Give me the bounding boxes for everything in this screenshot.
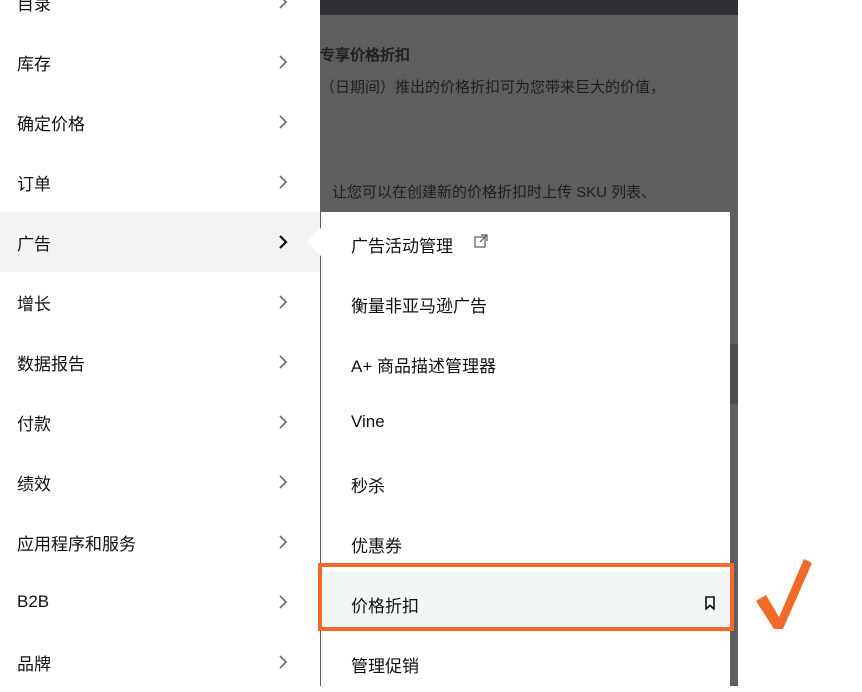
submenu-item-price-discounts[interactable]: 价格折扣 (321, 572, 730, 632)
advertising-submenu: 广告活动管理 衡量非亚马逊广告 A+ 商品描述管理器 Vine 秒杀 优惠券 价… (321, 212, 730, 686)
submenu-item-label: 广告活动管理 (351, 237, 453, 256)
chevron-right-icon (279, 175, 288, 189)
background-header-bar (320, 0, 738, 15)
menu-item-label: 应用程序和服务 (17, 534, 136, 554)
submenu-item-label: 优惠券 (351, 537, 402, 556)
submenu-item-label: 价格折扣 (351, 597, 419, 616)
menu-item-label: 订单 (17, 174, 51, 194)
menu-item-brands[interactable]: 品牌 (0, 632, 320, 692)
chevron-right-icon (279, 355, 288, 369)
background-text-line: 让您可以在创建新的价格折扣时上传 SKU 列表、 (332, 184, 657, 201)
menu-item-reports[interactable]: 数据报告 (0, 332, 320, 392)
submenu-item-label: 秒杀 (351, 477, 385, 496)
chevron-right-icon (279, 295, 288, 309)
submenu-item-coupons[interactable]: 优惠券 (321, 512, 730, 572)
submenu-item-vine[interactable]: Vine (321, 392, 730, 452)
menu-item-growth[interactable]: 增长 (0, 272, 320, 332)
menu-item-performance[interactable]: 绩效 (0, 452, 320, 512)
menu-item-label: 绩效 (17, 474, 51, 494)
chevron-right-icon (279, 655, 288, 669)
background-heading: 专享价格折扣 (320, 47, 411, 64)
main-navigation-menu: 目录 库存 确定价格 订单 广告 增长 数据报告 付款 绩效 应用程序和服务 B… (0, 0, 320, 686)
menu-item-label: 增长 (17, 294, 51, 314)
submenu-item-label: Vine (351, 412, 385, 431)
chevron-right-icon (279, 415, 288, 429)
chevron-right-icon (279, 235, 288, 249)
chevron-right-icon (279, 595, 288, 609)
chevron-right-icon (279, 55, 288, 69)
submenu-item-a-plus-content[interactable]: A+ 商品描述管理器 (321, 332, 730, 392)
menu-item-label: B2B (17, 592, 50, 611)
check-mark-icon (756, 559, 812, 629)
menu-item-payments[interactable]: 付款 (0, 392, 320, 452)
menu-item-label: 数据报告 (17, 354, 85, 374)
chevron-right-icon (279, 475, 288, 489)
background-divider (730, 344, 738, 404)
chevron-right-icon (279, 0, 288, 9)
menu-item-label: 目录 (17, 0, 51, 14)
menu-item-label: 库存 (17, 54, 51, 74)
bookmark-icon[interactable] (704, 596, 716, 610)
menu-item-catalog[interactable]: 目录 (0, 0, 320, 32)
external-link-icon (474, 234, 488, 248)
submenu-item-label: A+ 商品描述管理器 (351, 357, 496, 376)
submenu-item-lightning-deals[interactable]: 秒杀 (321, 452, 730, 512)
submenu-item-campaign-manager[interactable]: 广告活动管理 (321, 212, 730, 272)
background-text-line: （日期间）推出的价格折扣可为您带来巨大的价值， (320, 79, 666, 96)
menu-item-b2b[interactable]: B2B (0, 572, 320, 632)
menu-item-label: 广告 (17, 234, 51, 254)
menu-item-advertising[interactable]: 广告 (0, 212, 320, 272)
chevron-right-icon (279, 115, 288, 129)
menu-item-inventory[interactable]: 库存 (0, 32, 320, 92)
menu-item-label: 确定价格 (17, 114, 85, 134)
menu-item-apps-services[interactable]: 应用程序和服务 (0, 512, 320, 572)
menu-item-orders[interactable]: 订单 (0, 152, 320, 212)
submenu-item-label: 衡量非亚马逊广告 (351, 297, 487, 316)
menu-item-pricing[interactable]: 确定价格 (0, 92, 320, 152)
submenu-item-manage-promotions[interactable]: 管理促销 (321, 632, 730, 692)
menu-item-label: 付款 (17, 414, 51, 434)
menu-item-label: 品牌 (17, 654, 51, 674)
submenu-item-label: 管理促销 (351, 657, 419, 676)
chevron-right-icon (279, 535, 288, 549)
submenu-item-measure-non-amazon-ads[interactable]: 衡量非亚马逊广告 (321, 272, 730, 332)
